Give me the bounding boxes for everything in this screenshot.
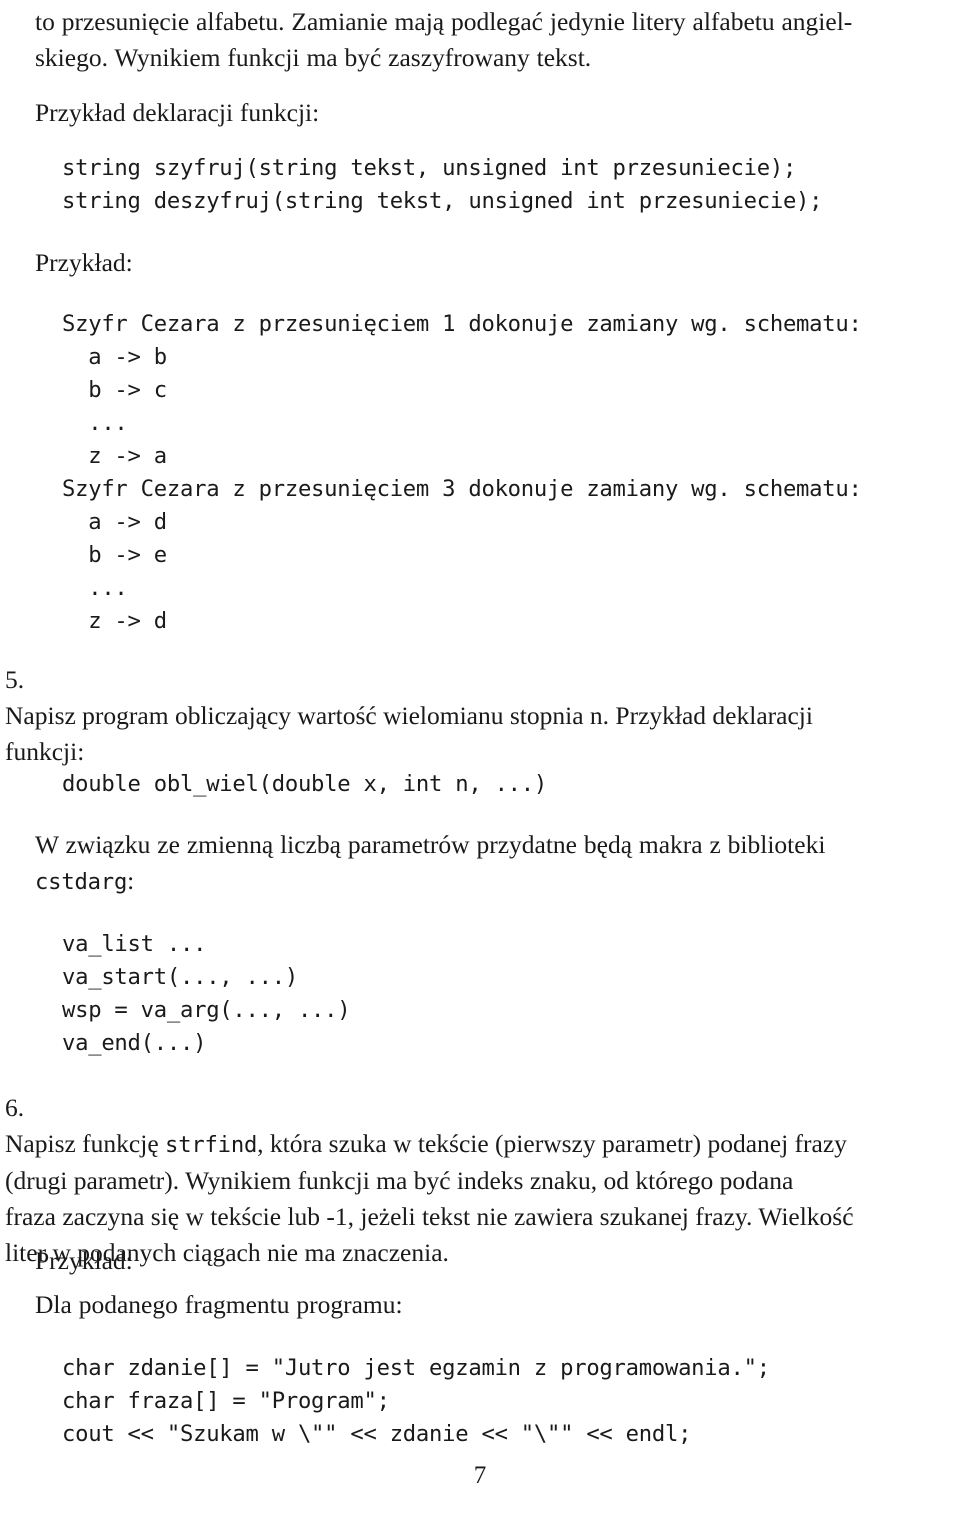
strfind-example-code-block: char zdanie[] = "Jutro jest egzamin z pr… (62, 1355, 770, 1447)
obl-wiel-code-block: double obl_wiel(double x, int n, ...) (62, 771, 547, 797)
declaration-heading: Przykład deklaracji funkcji: (35, 98, 320, 127)
strfind-function-name: strfind (165, 1132, 258, 1158)
example-heading-1: Przykład: (35, 248, 133, 277)
cstdarg-macros-code-block: va_list ... va_start(..., ...) wsp = va_… (62, 931, 351, 1056)
cstdarg-colon: : (127, 866, 135, 895)
list-item-6-line-3: fraza zaczyna się w tekście lub -1, jeże… (5, 1202, 854, 1231)
list-item-5-body: Napisz program obliczający wartość wielo… (5, 698, 925, 770)
intro-paragraph-line-1: to przesunięcie alfabetu. Zamianie mają … (35, 7, 853, 36)
list-item-6-line-1-post: , która szuka w tekście (pierwszy parame… (257, 1129, 847, 1158)
list-item-5-line-1: Napisz program obliczający wartość wielo… (5, 701, 813, 730)
list-item-6-number: 6. (5, 1093, 25, 1122)
caesar-schema-code-block: Szyfr Cezara z przesunięciem 1 dokonuje … (62, 311, 862, 634)
fragment-heading: Dla podanego fragmentu programu: (35, 1290, 403, 1319)
declaration-code-block: string szyfruj(string tekst, unsigned in… (62, 155, 823, 214)
list-item-6-line-1: Napisz funkcję strfind, która szuka w te… (5, 1126, 925, 1163)
example-heading-2: Przykład: (35, 1246, 133, 1275)
page-number: 7 (473, 1462, 487, 1489)
list-item-5-number: 5. (5, 665, 25, 694)
list-item-5-line-2: funkcji: (5, 737, 85, 766)
cstdarg-library-name: cstdarg (35, 869, 128, 895)
document-page: to przesunięcie alfabetu. Zamianie mają … (0, 0, 960, 1522)
list-item-5: 5. Napisz program obliczający wartość wi… (5, 662, 925, 770)
cstdarg-paragraph-line-2: cstdarg: (35, 863, 925, 900)
list-item-6-line-1-pre: Napisz funkcję (5, 1129, 166, 1158)
list-item-6-line-2: (drugi parametr). Wynikiem funkcji ma by… (5, 1166, 794, 1195)
intro-paragraph-line-2: skiego. Wynikiem funkcji ma być zaszyfro… (35, 43, 592, 72)
cstdarg-paragraph-line-1: W związku ze zmienną liczbą parametrów p… (35, 830, 826, 859)
